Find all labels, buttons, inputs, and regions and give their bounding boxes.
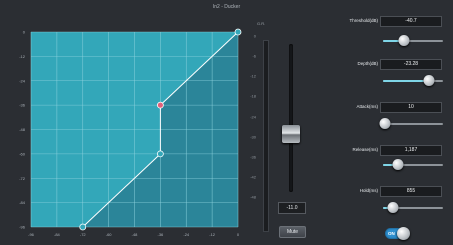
- depth-label: Depth(dB): [357, 61, 378, 66]
- release-value-field[interactable]: 1,187: [380, 145, 442, 156]
- x-tick-label: -96: [28, 232, 35, 237]
- fader-scale-label: -18: [250, 93, 256, 99]
- fader-value-field[interactable]: -11.0: [278, 202, 306, 214]
- x-tick-label: -48: [132, 232, 139, 237]
- toggle-knob: [397, 227, 410, 240]
- y-tick-label: -60: [19, 151, 26, 156]
- y-tick-label: -48: [19, 127, 26, 132]
- depth-slider-knob[interactable]: [423, 75, 435, 86]
- threshold-slider-knob[interactable]: [398, 35, 410, 46]
- hold-slider-knob[interactable]: [387, 202, 399, 213]
- fader-scale-label: -36: [250, 154, 256, 160]
- x-tick-label: -72: [80, 232, 87, 237]
- fader-track[interactable]: [289, 44, 293, 192]
- x-tick-label: -12: [209, 232, 216, 237]
- threshold-slider[interactable]: [383, 35, 443, 46]
- toggle-label: ON: [388, 231, 395, 236]
- on-toggle[interactable]: ON: [385, 227, 410, 240]
- y-tick-label: -84: [19, 200, 26, 205]
- y-tick-label: 0: [23, 30, 26, 35]
- release-slider[interactable]: [383, 159, 443, 170]
- y-tick-label: -24: [19, 78, 26, 83]
- gain-reduction-meter: [263, 40, 269, 232]
- attack-slider-knob[interactable]: [379, 118, 391, 129]
- fader-scale-label: -30: [250, 134, 256, 140]
- release-slider-knob[interactable]: [392, 159, 404, 170]
- attack-value-field[interactable]: 10: [380, 102, 442, 113]
- x-tick-label: -36: [157, 232, 164, 237]
- x-tick-label: -84: [54, 232, 61, 237]
- curve-node-end[interactable]: [234, 28, 242, 36]
- curve-node-depth[interactable]: [156, 150, 164, 158]
- mute-button[interactable]: Mute: [279, 226, 306, 238]
- x-tick-label: 0: [237, 232, 240, 237]
- curve-node-start[interactable]: [79, 223, 87, 231]
- fader-scale-label: -6: [252, 53, 256, 59]
- threshold-label: Threshold(dB): [349, 18, 378, 23]
- y-tick-label: -96: [19, 225, 26, 230]
- x-tick-label: -24: [183, 232, 190, 237]
- fader-scale-label: -12: [250, 73, 256, 79]
- hold-value-field[interactable]: 855: [380, 186, 442, 197]
- depth-slider-fill: [383, 80, 430, 82]
- y-tick-label: -72: [19, 176, 26, 181]
- threshold-value-field[interactable]: -40.7: [380, 16, 442, 27]
- fader-scale-label: 0: [253, 33, 256, 39]
- attack-slider[interactable]: [379, 118, 443, 129]
- fader-scale-label: -42: [250, 174, 256, 180]
- fader-scale: 0 -6 -12 -18 -24 -30 -36 -42 -48: [246, 28, 256, 228]
- x-tick-label: -60: [106, 232, 113, 237]
- depth-slider[interactable]: [383, 75, 443, 86]
- hold-label: Hold(ms): [359, 188, 378, 193]
- attack-label: Attack(ms): [356, 104, 378, 109]
- fader-scale-label: -24: [250, 114, 256, 119]
- y-tick-label: -12: [19, 54, 26, 59]
- curve-node-threshold[interactable]: [156, 101, 164, 109]
- hold-slider[interactable]: [383, 202, 443, 213]
- depth-value-field[interactable]: -23.28: [380, 59, 442, 70]
- gain-reduction-label: G.R.: [257, 21, 266, 26]
- release-label: Release(ms): [352, 147, 378, 152]
- fader-handle[interactable]: [282, 125, 300, 143]
- fader-scale-label: -48: [250, 194, 256, 200]
- y-tick-label: -36: [19, 103, 26, 108]
